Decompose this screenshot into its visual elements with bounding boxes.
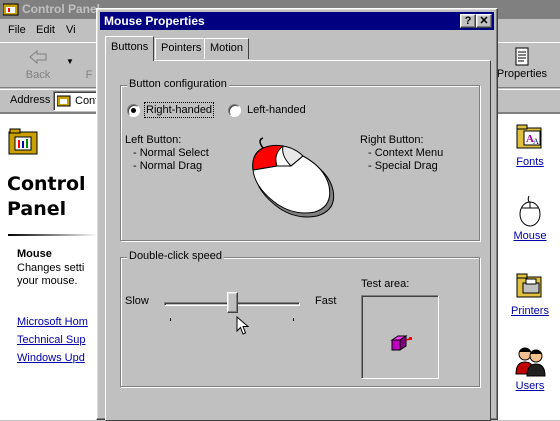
right-handed-label[interactable]: Right-handed [143,102,215,118]
selected-item-title: Mouse [17,248,52,260]
dialog-title: Mouse Properties [104,14,205,28]
back-button[interactable]: Back [18,47,58,87]
back-arrow-icon [29,49,47,65]
properties-label: Properties [496,68,548,80]
test-area[interactable] [361,295,439,379]
test-area-label: Test area: [361,278,410,290]
tab-motion[interactable]: Motion [204,38,250,59]
svg-text:A: A [533,137,539,146]
tab-buttons[interactable]: Buttons [105,36,155,61]
right-button-title: Right Button: [360,134,424,146]
mouse-cursor-icon [236,316,250,335]
double-click-speed-thumb[interactable] [227,292,238,313]
link-technical-support[interactable]: Technical Sup [17,334,97,346]
address-folder-icon [57,95,71,107]
forward-label: F [85,69,93,81]
help-button[interactable]: ? [460,14,476,28]
control-panel-title: Control Panel [22,2,101,16]
heading-divider [8,234,98,236]
left-handed-label[interactable]: Left-handed [247,104,306,116]
right-button-actions: - Context Menu - Special Drag [368,147,444,172]
mouse-icon [519,195,541,227]
mouse-properties-dialog: Mouse Properties ? ✕ Buttons Pointers Mo… [96,8,498,421]
back-label: Back [25,69,51,81]
buttons-tab-panel: Button configuration Right-handed Left-h… [105,60,491,421]
dialog-titlebar[interactable]: Mouse Properties ? ✕ [100,12,494,30]
users-label: Users [515,380,545,392]
jack-in-the-box-icon [390,335,412,351]
control-panel-icon [3,3,19,16]
link-microsoft-home[interactable]: Microsoft Hom [17,316,97,328]
menu-file[interactable]: File [8,24,26,36]
link-windows-update[interactable]: Windows Upd [17,352,97,364]
double-click-speed-group: Double-click speed Slow Fast Test area: [120,250,480,387]
left-button-actions: - Normal Select - Normal Drag [133,147,209,172]
close-button[interactable]: ✕ [476,14,492,28]
left-button-title: Left Button: [125,134,182,146]
users-icon [515,347,546,377]
button-configuration-label: Button configuration [127,78,229,90]
fast-label: Fast [315,295,337,307]
slider-tick-min [170,318,171,321]
double-click-speed-label: Double-click speed [127,250,224,262]
printers-folder-icon [516,273,542,298]
properties-icon [515,47,529,66]
fonts-folder-icon: A A [516,124,542,149]
menu-view[interactable]: Vi [66,24,76,36]
forward-button[interactable]: F [82,47,96,87]
mouse-label: Mouse [513,230,547,242]
tab-pointers[interactable]: Pointers [155,38,208,59]
mouse-illustration-icon [252,137,335,218]
properties-button[interactable]: Properties [496,47,548,87]
slider-tick-max [293,318,294,321]
fonts-label: Fonts [516,156,544,168]
address-label: Address [10,94,51,106]
control-panel-heading: Control Panel [7,173,86,220]
slow-label: Slow [125,295,149,307]
left-handed-radio[interactable] [228,104,241,117]
back-dropdown-icon[interactable]: ▼ [66,57,74,66]
menu-edit[interactable]: Edit [36,24,55,36]
button-configuration-group: Button configuration Right-handed Left-h… [120,78,480,241]
printers-label: Printers [511,305,549,317]
selected-item-description: Changes setti your mouse. [17,262,85,287]
right-handed-radio[interactable] [127,104,140,117]
control-panel-large-icon [8,128,38,155]
